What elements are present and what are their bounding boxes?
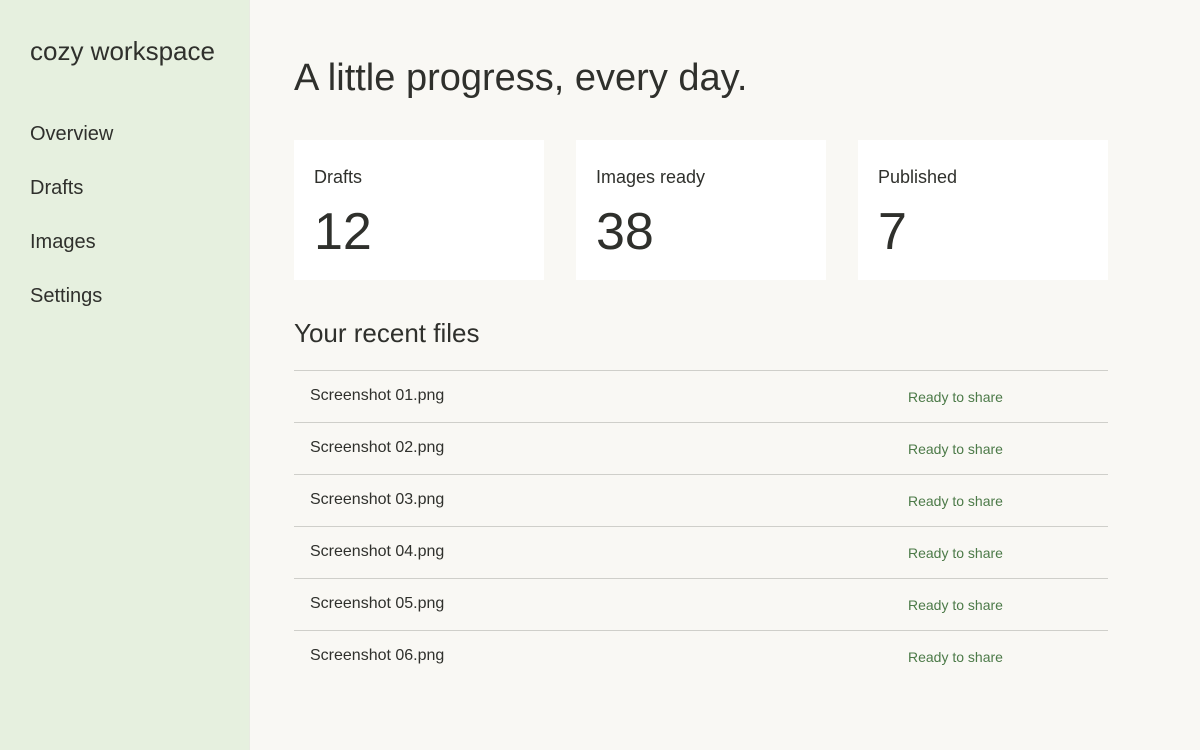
sidebar-item-images[interactable]: Images bbox=[30, 230, 96, 254]
file-name: Screenshot 05.png bbox=[310, 595, 445, 612]
recent-files-list: Screenshot 01.png Ready to share Screens… bbox=[294, 370, 1108, 683]
sidebar: cozy workspace Overview Drafts Images Se… bbox=[0, 0, 250, 750]
file-name: Screenshot 06.png bbox=[310, 647, 445, 664]
file-row[interactable]: Screenshot 06.png Ready to share bbox=[294, 631, 1108, 683]
stat-value: 12 bbox=[314, 203, 372, 261]
sidebar-item-settings[interactable]: Settings bbox=[30, 284, 102, 308]
sidebar-item-overview[interactable]: Overview bbox=[30, 122, 113, 146]
page-headline: A little progress, every day. bbox=[294, 57, 748, 99]
stat-label: Drafts bbox=[314, 167, 363, 187]
stat-label: Published bbox=[878, 167, 958, 187]
stat-card-drafts: Drafts 12 bbox=[294, 140, 544, 280]
file-name: Screenshot 01.png bbox=[310, 387, 445, 404]
file-name: Screenshot 03.png bbox=[310, 491, 445, 508]
file-row[interactable]: Screenshot 02.png Ready to share bbox=[294, 423, 1108, 475]
file-row[interactable]: Screenshot 03.png Ready to share bbox=[294, 475, 1108, 527]
app-brand: cozy workspace bbox=[30, 36, 215, 66]
file-status: Ready to share bbox=[908, 389, 1003, 405]
sidebar-item-drafts[interactable]: Drafts bbox=[30, 176, 83, 200]
stat-value: 7 bbox=[878, 203, 907, 261]
file-status: Ready to share bbox=[908, 545, 1003, 561]
file-status: Ready to share bbox=[908, 493, 1003, 509]
recent-files-title: Your recent files bbox=[294, 318, 480, 348]
file-status: Ready to share bbox=[908, 649, 1003, 665]
file-name: Screenshot 04.png bbox=[310, 543, 445, 560]
stat-label: Images ready bbox=[596, 167, 706, 187]
file-row[interactable]: Screenshot 04.png Ready to share bbox=[294, 527, 1108, 579]
main-content: A little progress, every day. Drafts 12 … bbox=[250, 0, 1200, 750]
file-row[interactable]: Screenshot 01.png Ready to share bbox=[294, 371, 1108, 423]
file-name: Screenshot 02.png bbox=[310, 439, 445, 456]
file-row[interactable]: Screenshot 05.png Ready to share bbox=[294, 579, 1108, 631]
stat-value: 38 bbox=[596, 203, 654, 261]
stat-card-published: Published 7 bbox=[858, 140, 1108, 280]
file-status: Ready to share bbox=[908, 597, 1003, 613]
stat-card-images-ready: Images ready 38 bbox=[576, 140, 826, 280]
file-status: Ready to share bbox=[908, 441, 1003, 457]
